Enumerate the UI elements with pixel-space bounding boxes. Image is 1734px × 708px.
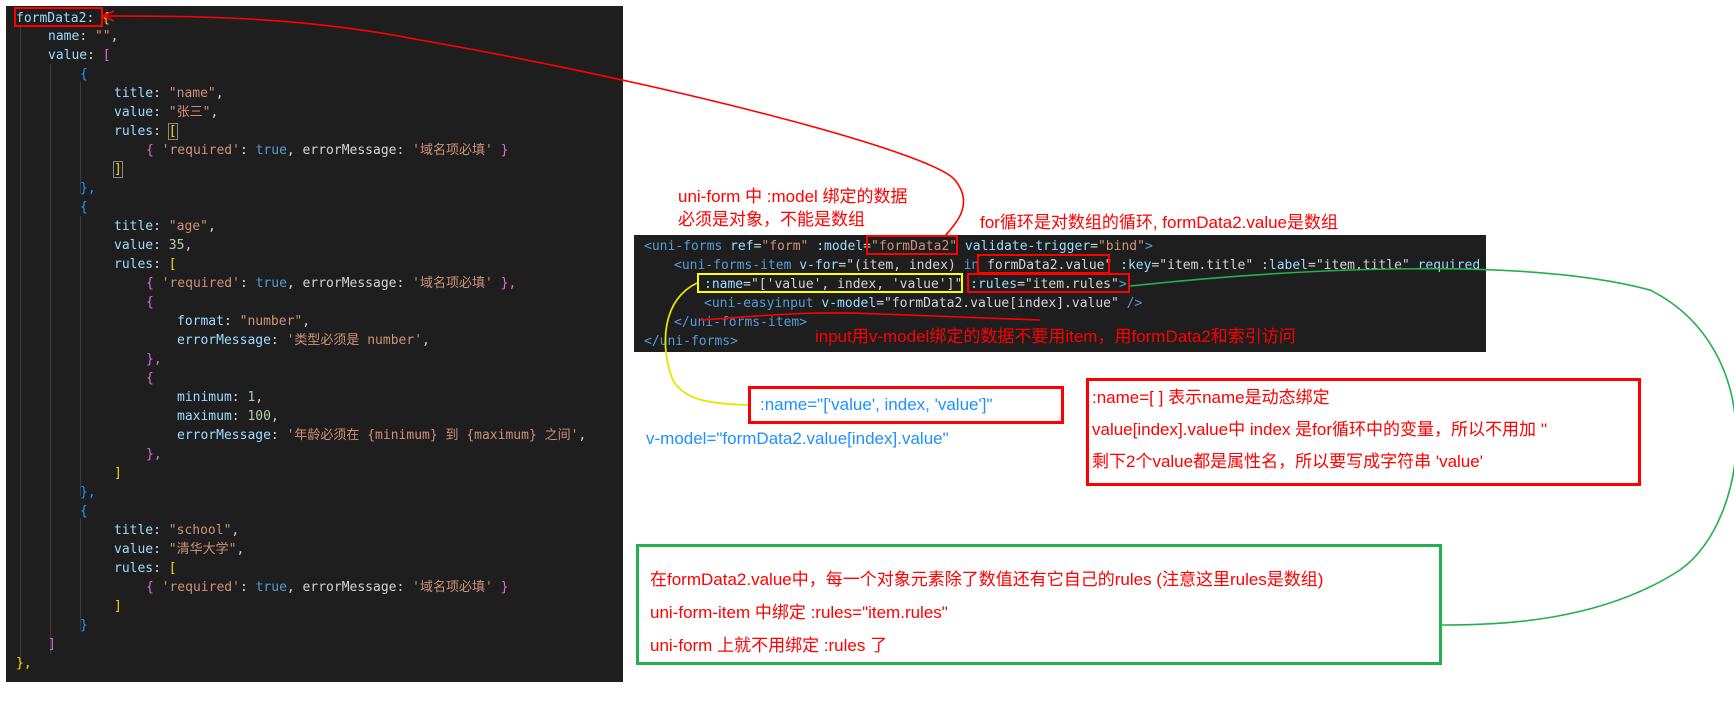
red-connector-curve <box>102 15 965 237</box>
yellow-connector-curve <box>664 282 749 406</box>
annotation-connectors <box>102 10 1734 626</box>
red-underline-curve <box>699 312 1041 321</box>
green-connector-curve <box>1129 267 1734 626</box>
